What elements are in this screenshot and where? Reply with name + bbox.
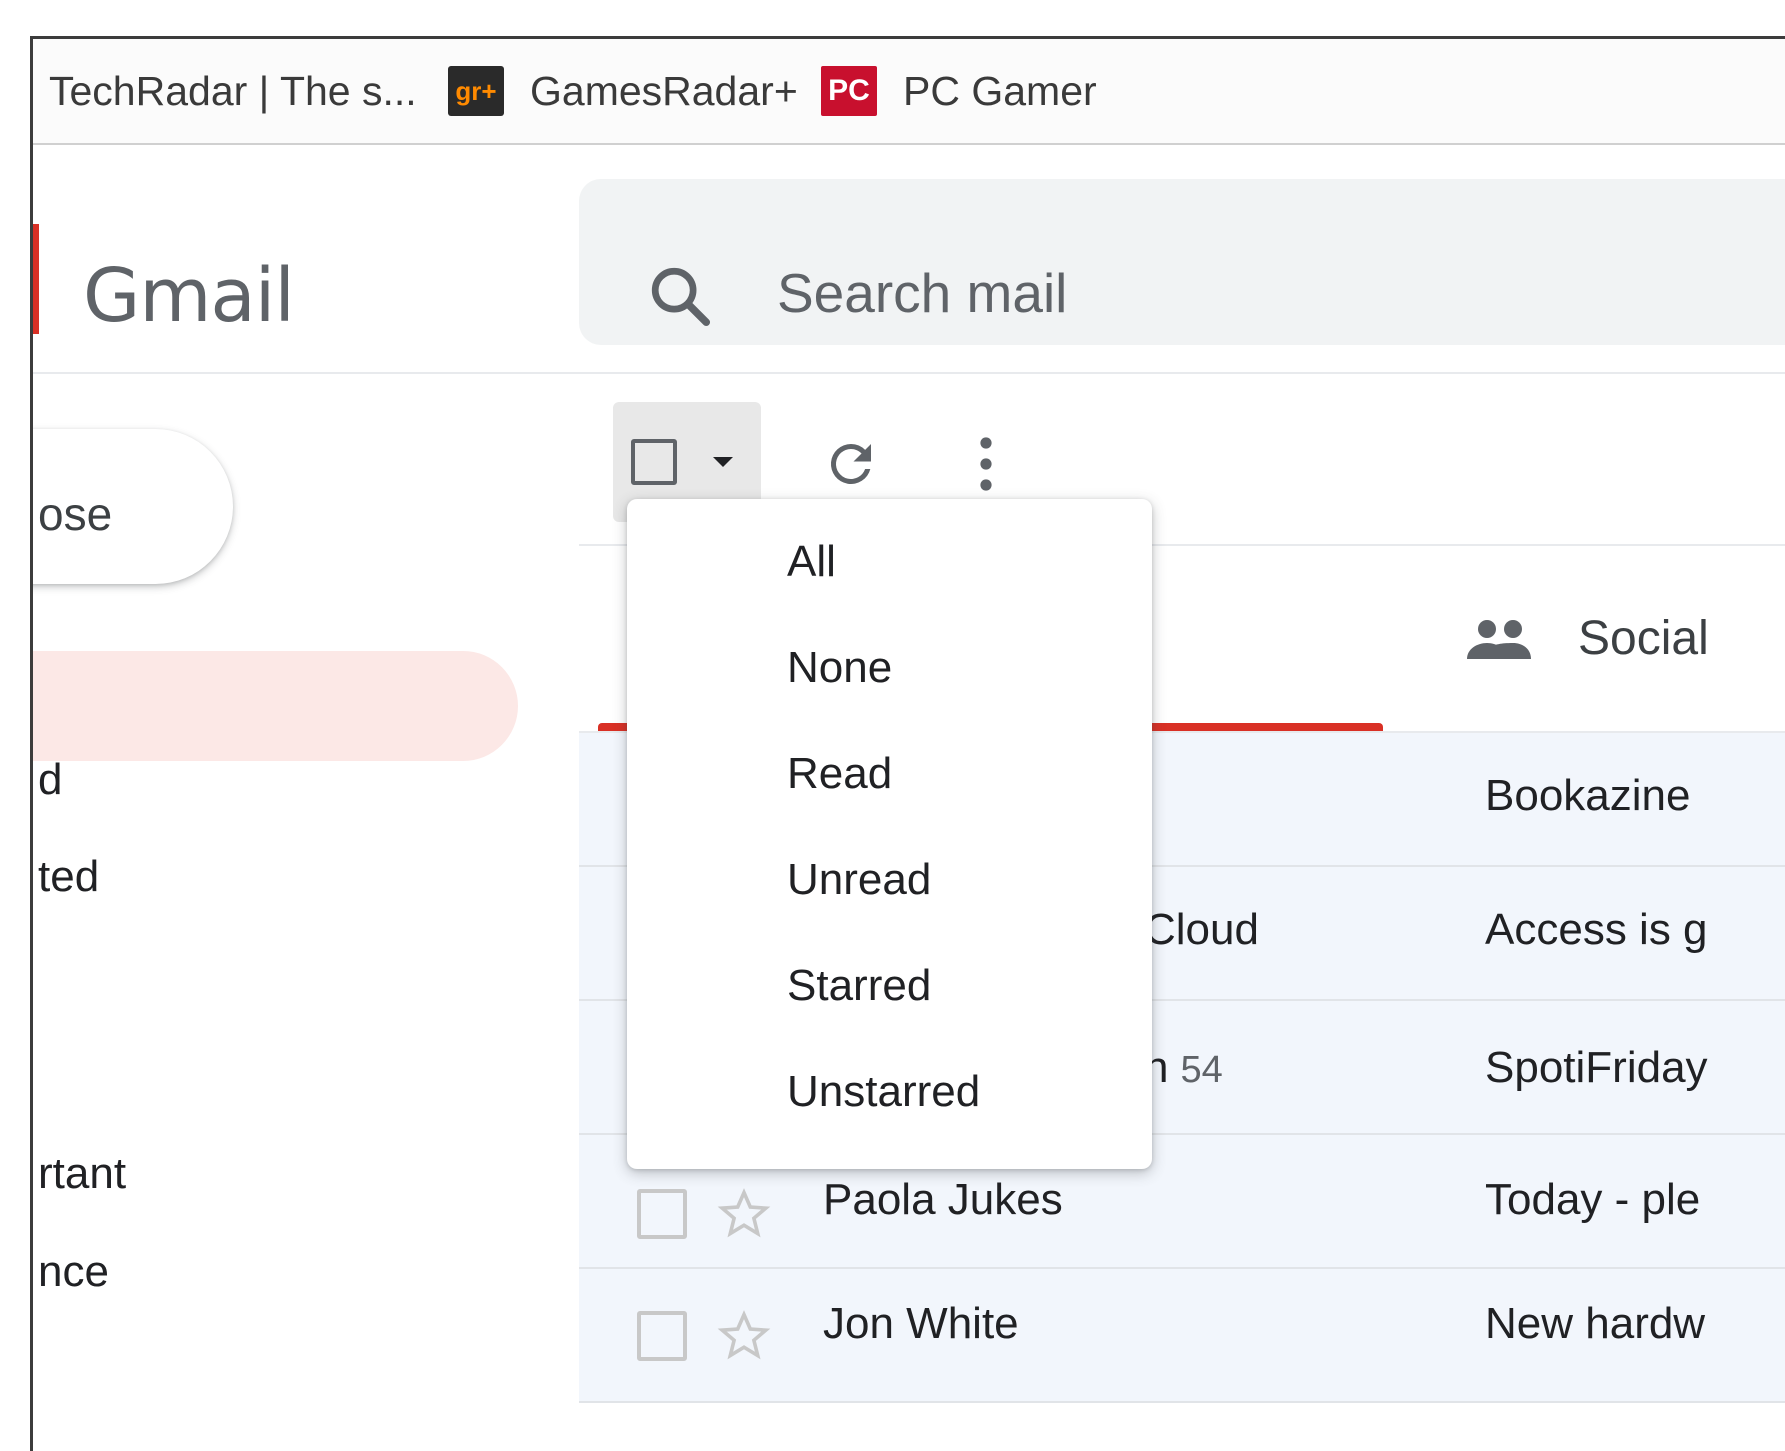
menu-item-all[interactable]: All — [627, 509, 1152, 615]
browser-window: TechRadar | The s... gr+ GamesRadar+ PC … — [30, 36, 1785, 1451]
star-icon[interactable] — [717, 1187, 771, 1241]
compose-label: ose — [38, 488, 113, 540]
more-vertical-icon[interactable] — [979, 434, 993, 494]
search-icon[interactable] — [645, 261, 715, 331]
tab-social[interactable]: Social — [1578, 611, 1709, 666]
email-subject: SpotiFriday — [1485, 1043, 1708, 1092]
menu-item-unread[interactable]: Unread — [627, 827, 1152, 933]
search-input[interactable]: Search mail — [777, 261, 1067, 325]
checkbox-icon[interactable] — [631, 439, 677, 485]
email-subject: Access is g — [1485, 905, 1708, 954]
email-sender: Paola Jukes — [823, 1175, 1063, 1224]
search-bar[interactable] — [579, 179, 1785, 345]
gamesradar-favicon-icon: gr+ — [448, 66, 504, 116]
header-divider — [33, 372, 1785, 374]
sidebar-item-label[interactable]: rtant — [38, 1149, 126, 1199]
row-checkbox[interactable] — [637, 1189, 687, 1239]
people-icon — [1467, 620, 1531, 659]
email-sender: Cloud — [1144, 905, 1259, 954]
sidebar-item-label[interactable]: ted — [38, 852, 99, 902]
email-row[interactable]: Jon White New hardw — [579, 1269, 1785, 1403]
menu-item-starred[interactable]: Starred — [627, 933, 1152, 1039]
bookmark-gamesradar[interactable]: gr+ GamesRadar+ — [448, 39, 798, 143]
gmail-logo-icon[interactable] — [33, 224, 39, 334]
email-sender: n 54 — [1144, 1043, 1223, 1093]
bookmark-label: PC Gamer — [903, 67, 1097, 114]
star-icon[interactable] — [717, 1309, 771, 1363]
menu-item-read[interactable]: Read — [627, 721, 1152, 827]
bookmark-techradar[interactable]: TechRadar | The s... — [49, 39, 417, 143]
chevron-down-icon[interactable] — [713, 457, 733, 467]
bookmarks-bar: TechRadar | The s... gr+ GamesRadar+ PC … — [33, 39, 1785, 145]
thread-count: 54 — [1180, 1049, 1223, 1091]
email-subject: New hardw — [1485, 1299, 1706, 1348]
row-checkbox[interactable] — [637, 1311, 687, 1361]
bookmark-label: GamesRadar+ — [530, 67, 798, 114]
sidebar-item-inbox[interactable] — [33, 651, 518, 761]
sidebar-item-label[interactable]: nce — [38, 1247, 109, 1297]
refresh-icon[interactable] — [821, 434, 881, 494]
sidebar-item-label[interactable]: d — [38, 755, 62, 805]
menu-item-none[interactable]: None — [627, 615, 1152, 721]
menu-item-unstarred[interactable]: Unstarred — [627, 1039, 1152, 1145]
email-sender: Jon White — [823, 1299, 1019, 1348]
bookmark-pcgamer[interactable]: PC PC Gamer — [821, 39, 1097, 143]
select-menu: All None Read Unread Starred Unstarred — [627, 499, 1152, 1169]
bookmark-label: TechRadar | The s... — [49, 67, 417, 114]
pcgamer-favicon-icon: PC — [821, 66, 877, 116]
email-subject: Bookazine — [1485, 771, 1691, 820]
email-subject: Today - ple — [1485, 1175, 1701, 1224]
app-title[interactable]: Gmail — [83, 253, 295, 339]
